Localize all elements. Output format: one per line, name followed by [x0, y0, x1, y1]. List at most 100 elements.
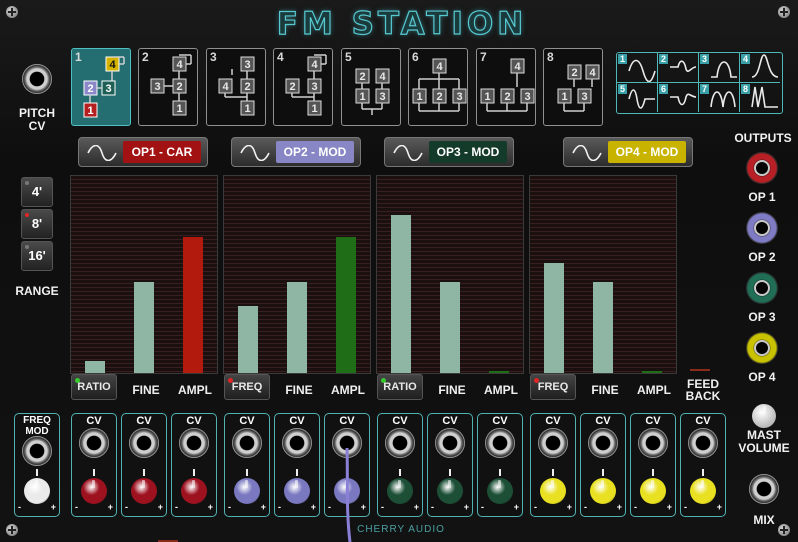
plus-label: +: [413, 502, 419, 512]
cv-input-jack[interactable]: [232, 428, 262, 458]
cv-amount-knob[interactable]: [640, 478, 666, 504]
plus-label: +: [107, 502, 113, 512]
waveform-3-option[interactable]: 3: [699, 53, 740, 83]
cv-amount-knob[interactable]: [690, 478, 716, 504]
plus-label: +: [157, 502, 163, 512]
cv-amount-knob[interactable]: [234, 478, 260, 504]
cv-amount-knob[interactable]: [81, 478, 107, 504]
waveform-2-option[interactable]: 2: [658, 53, 699, 83]
cv-label: CV: [645, 415, 661, 427]
algorithm-1-button[interactable]: 14 231: [71, 48, 131, 126]
freq-mod-amount-knob[interactable]: [24, 478, 50, 504]
cv-label: CV: [339, 415, 355, 427]
operator-4-mode-button[interactable]: FREQ: [530, 374, 576, 400]
operator-2-mode-button[interactable]: FREQ: [224, 374, 270, 400]
svg-text:3: 3: [379, 91, 385, 103]
cv-input-jack[interactable]: [79, 428, 109, 458]
cv-amount-knob[interactable]: [437, 478, 463, 504]
cv-input-jack[interactable]: [179, 428, 209, 458]
cv-input-jack[interactable]: [385, 428, 415, 458]
fm-station-panel: FM STATION PITCH CV 14231242313324144321…: [0, 0, 798, 542]
output-2-label: OP 2: [748, 250, 776, 264]
plus-label: +: [566, 502, 572, 512]
cv-label: CV: [442, 415, 458, 427]
cv-amount-knob[interactable]: [590, 478, 616, 504]
fine-bar: [134, 282, 154, 373]
cv-input-jack[interactable]: [588, 428, 618, 458]
cv-amount-knob[interactable]: [387, 478, 413, 504]
cv-input-jack[interactable]: [485, 428, 515, 458]
range-16-button[interactable]: 16': [21, 241, 53, 271]
cv-amount-knob[interactable]: [284, 478, 310, 504]
output-2-jack[interactable]: [746, 212, 778, 244]
base-bar: [391, 215, 411, 373]
output-3-jack[interactable]: [746, 272, 778, 304]
cv-amount-knob[interactable]: [181, 478, 207, 504]
svg-text:4: 4: [176, 59, 183, 71]
algorithm-5-button[interactable]: 52413: [341, 48, 401, 126]
knob-tick: [36, 469, 38, 476]
cv-amount-knob[interactable]: [487, 478, 513, 504]
algorithm-6-button[interactable]: 64123: [408, 48, 468, 126]
svg-text:3: 3: [154, 81, 160, 93]
cv-input-jack[interactable]: [435, 428, 465, 458]
cv-amount-knob[interactable]: [131, 478, 157, 504]
range-4-button[interactable]: 4': [21, 177, 53, 207]
minus-label: -: [534, 502, 537, 512]
screw: [6, 524, 18, 536]
outputs-title: OUTPUTS: [734, 131, 792, 145]
waveform-1-option[interactable]: 1: [617, 53, 658, 83]
waveform-7-option[interactable]: 7: [699, 83, 740, 112]
sine-wave-icon: [393, 145, 423, 161]
operator-4-waveform-selector[interactable]: OP4 - MOD: [563, 137, 693, 167]
waveform-number: 4: [741, 54, 750, 64]
cv-input-jack[interactable]: [129, 428, 159, 458]
cv-module-11: CV - +: [580, 413, 626, 517]
cv-module-12: CV - +: [630, 413, 676, 517]
mix-output-jack[interactable]: [749, 474, 779, 504]
output-1-jack[interactable]: [746, 152, 778, 184]
svg-text:1: 1: [416, 91, 422, 103]
operator-3-waveform-selector[interactable]: OP3 - MOD: [384, 137, 514, 167]
operator-3-mode-button[interactable]: RATIO: [377, 374, 423, 400]
algorithm-2-button[interactable]: 24 2 3 1: [138, 48, 198, 126]
mode-led: [228, 378, 233, 383]
operator-1-mode-button[interactable]: RATIO: [71, 374, 117, 400]
fine-label: FINE: [438, 383, 466, 397]
waveform-4-option[interactable]: 4: [740, 53, 780, 83]
cv-amount-knob[interactable]: [540, 478, 566, 504]
output-4-jack[interactable]: [746, 332, 778, 364]
svg-text:4: 4: [222, 81, 229, 93]
cv-input-jack[interactable]: [688, 428, 718, 458]
freq-mod-input-jack[interactable]: [22, 436, 52, 466]
waveform-6-option[interactable]: 6: [658, 83, 699, 112]
cv-input-jack[interactable]: [638, 428, 668, 458]
operator-2-waveform-selector[interactable]: OP2 - MOD: [231, 137, 361, 167]
operator-3-label: OP3 - MOD: [429, 141, 507, 163]
algorithm-8-button[interactable]: 82413: [543, 48, 603, 126]
waveform-5-option[interactable]: 5: [617, 83, 658, 112]
master-volume-knob[interactable]: [752, 404, 776, 428]
fine-label: FINE: [132, 383, 160, 397]
algorithm-4-button[interactable]: 44 3 2 1: [273, 48, 333, 126]
operator-1-waveform-selector[interactable]: OP1 - CAR: [78, 137, 208, 167]
mode-label: FREQ: [537, 381, 569, 393]
waveform-8-option[interactable]: 8: [740, 83, 780, 112]
algorithm-7-button[interactable]: 74123: [476, 48, 536, 126]
svg-text:3: 3: [105, 83, 111, 95]
minus-label: -: [431, 502, 434, 512]
output-4-label: OP 4: [748, 370, 776, 384]
svg-text:4: 4: [379, 71, 386, 83]
ampl-label: AMPL: [484, 383, 518, 397]
algorithm-3-button[interactable]: 33 2 4 1: [206, 48, 266, 126]
pitch-cv-jack[interactable]: [22, 64, 52, 94]
fine-label: FINE: [591, 383, 619, 397]
ampl-bar: [183, 237, 203, 373]
svg-text:2: 2: [289, 81, 295, 93]
cv-input-jack[interactable]: [538, 428, 568, 458]
algorithm-5-diagram: 2 4 1 3: [355, 68, 390, 115]
range-8-button[interactable]: 8': [21, 209, 53, 239]
range-led: [25, 181, 29, 185]
cv-input-jack[interactable]: [282, 428, 312, 458]
ampl-bar: [336, 237, 356, 373]
